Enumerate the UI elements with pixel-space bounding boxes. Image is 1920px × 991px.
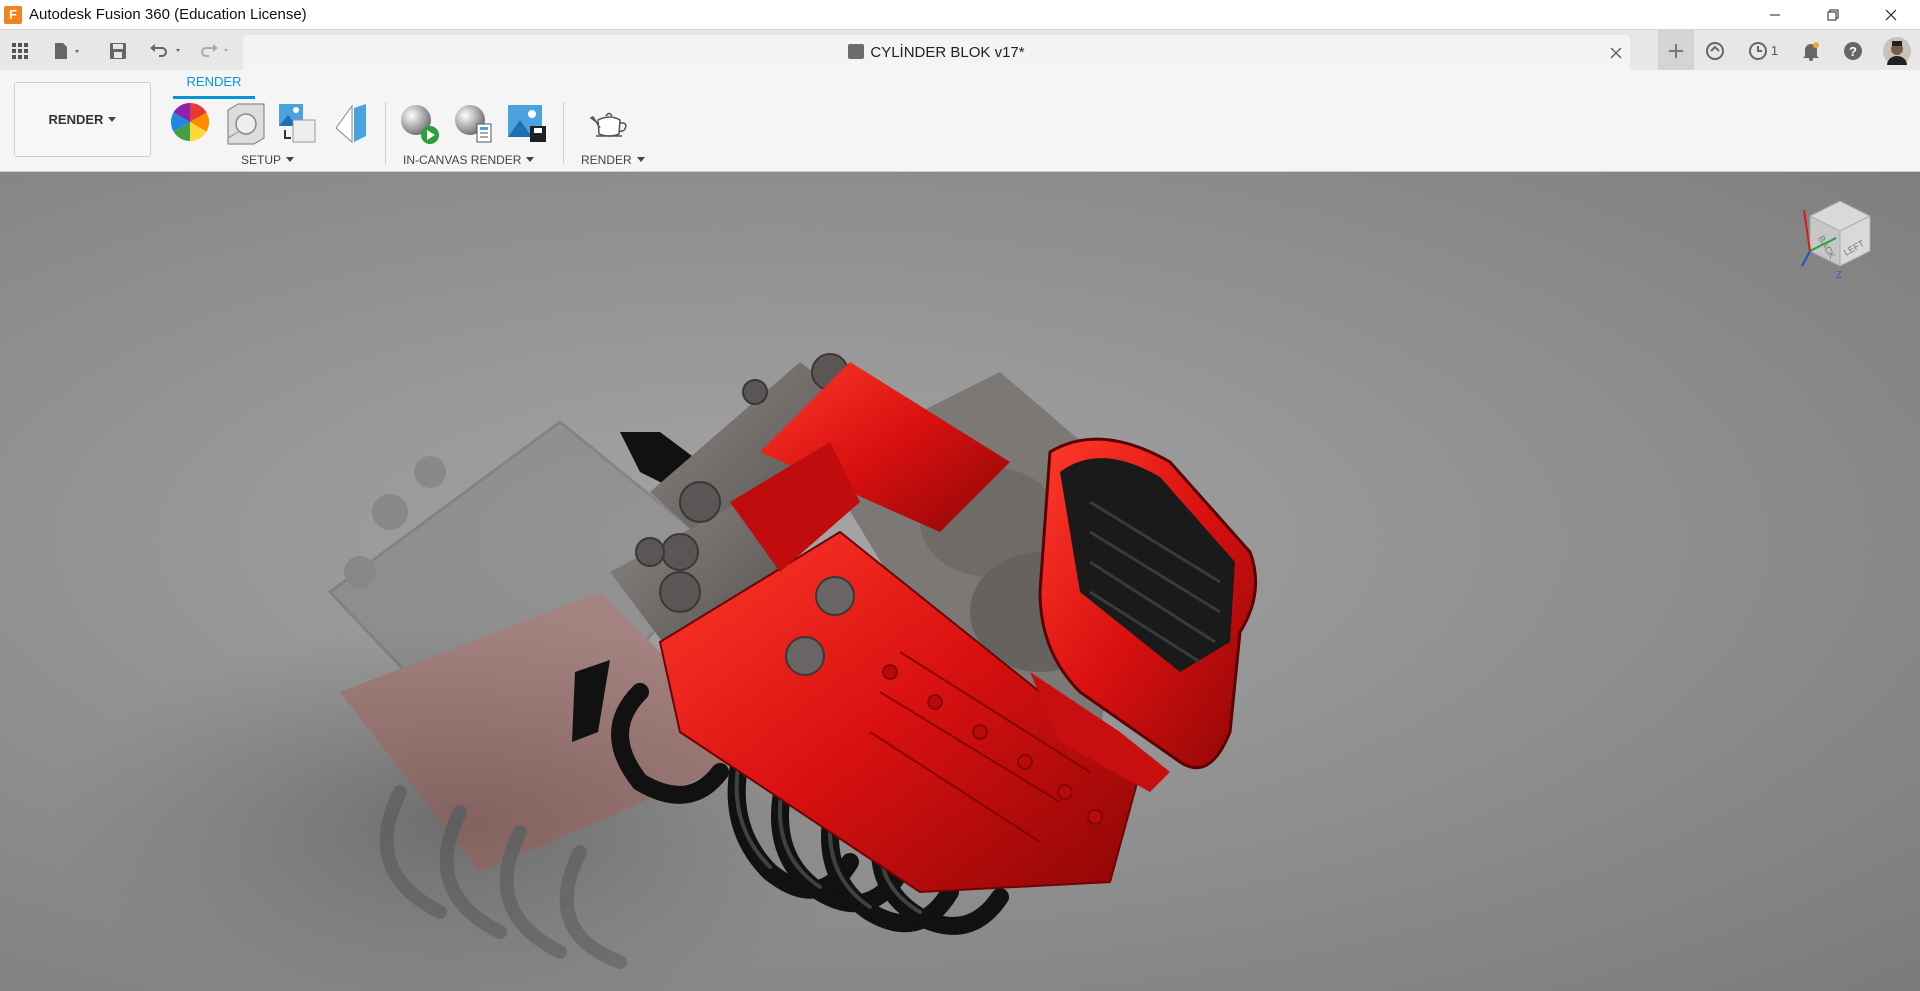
- help-icon: ?: [1844, 41, 1862, 60]
- minimize-icon: [1770, 14, 1780, 15]
- window-controls: [1746, 0, 1920, 29]
- render-button[interactable]: [588, 102, 632, 146]
- notifications-button[interactable]: [1790, 30, 1832, 71]
- chevron-down-icon: [108, 117, 117, 122]
- close-icon: [1885, 9, 1897, 20]
- in-canvas-settings-icon: [455, 105, 492, 143]
- redo-button[interactable]: [196, 30, 236, 71]
- title-bar: F Autodesk Fusion 360 (Education License…: [0, 0, 1920, 29]
- capture-image-icon: [508, 105, 546, 142]
- appearance-icon: [170, 102, 210, 142]
- restore-button[interactable]: [1804, 0, 1862, 29]
- decal-icon: [335, 104, 366, 144]
- undo-icon: [150, 43, 180, 57]
- toolbar-separator: [563, 102, 564, 164]
- canvas-viewport[interactable]: BACK LEFT Z: [0, 172, 1920, 991]
- appearance-button[interactable]: [170, 102, 214, 146]
- help-button[interactable]: ?: [1832, 30, 1874, 71]
- toolbar-separator: [385, 102, 386, 164]
- document-title: CYLİNDER BLOK v17*: [870, 44, 1025, 61]
- window-title: Autodesk Fusion 360 (Education License): [29, 6, 307, 23]
- close-tab-button[interactable]: [1610, 43, 1622, 64]
- grid-icon: [12, 42, 28, 59]
- sync-button[interactable]: [1694, 30, 1736, 71]
- render-teapot-icon: [589, 112, 627, 137]
- right-toolbar: 1 ?: [1658, 30, 1920, 71]
- engine-model-render: [50, 353, 1258, 991]
- minimize-button[interactable]: [1746, 0, 1804, 29]
- ribbon-toolbar: RENDER RENDER SETUP IN-CANVAS RENDER REN…: [0, 70, 1920, 172]
- sync-icon: [1706, 41, 1724, 60]
- document-tab[interactable]: CYLİNDER BLOK v17*: [243, 35, 1630, 71]
- redo-icon: [201, 43, 228, 57]
- save-button[interactable]: [106, 30, 130, 71]
- active-tab-indicator: [173, 96, 255, 99]
- in-canvas-render-button[interactable]: [398, 102, 442, 146]
- component-icon: [848, 44, 865, 59]
- in-canvas-start-icon: [401, 105, 439, 144]
- texture-map-icon: [279, 104, 316, 143]
- new-tab-button[interactable]: [1658, 30, 1694, 71]
- scene-settings-button[interactable]: [224, 102, 268, 146]
- viewcube-z-axis-label: Z: [1836, 270, 1842, 281]
- avatar: [1883, 36, 1911, 65]
- undo-button[interactable]: [146, 30, 186, 71]
- group-label-in-canvas-render[interactable]: IN-CANVAS RENDER: [403, 153, 535, 167]
- plus-icon: [1669, 43, 1683, 58]
- file-menu-button[interactable]: [48, 30, 88, 71]
- bell-icon: [1803, 41, 1819, 61]
- capture-image-button[interactable]: [506, 102, 550, 146]
- close-icon: [1610, 47, 1622, 59]
- workspace-switcher[interactable]: RENDER: [14, 82, 151, 157]
- scene-settings-icon: [227, 103, 265, 145]
- workspace-label: RENDER: [48, 112, 104, 127]
- tab-render[interactable]: RENDER: [173, 74, 255, 89]
- view-cube[interactable]: BACK LEFT Z: [1790, 196, 1880, 286]
- tab-bar: CYLİNDER BLOK v17* 1 ?: [0, 29, 1920, 71]
- decal-button[interactable]: [330, 102, 374, 146]
- data-panel-button[interactable]: [8, 30, 32, 71]
- texture-map-button[interactable]: [277, 102, 321, 146]
- user-profile-button[interactable]: [1874, 30, 1920, 71]
- job-count: 1: [1770, 43, 1779, 58]
- save-icon: [110, 42, 126, 59]
- job-status-button[interactable]: 1: [1736, 30, 1790, 71]
- group-label-render[interactable]: RENDER: [581, 153, 645, 167]
- restore-icon: [1827, 9, 1839, 20]
- job-clock-icon: [1748, 41, 1767, 60]
- svg-text:?: ?: [1849, 44, 1857, 59]
- close-window-button[interactable]: [1862, 0, 1920, 29]
- file-icon: [55, 42, 79, 59]
- group-label-setup[interactable]: SETUP: [241, 153, 295, 167]
- in-canvas-settings-button[interactable]: [452, 102, 496, 146]
- fusion-logo-icon: F: [4, 5, 22, 24]
